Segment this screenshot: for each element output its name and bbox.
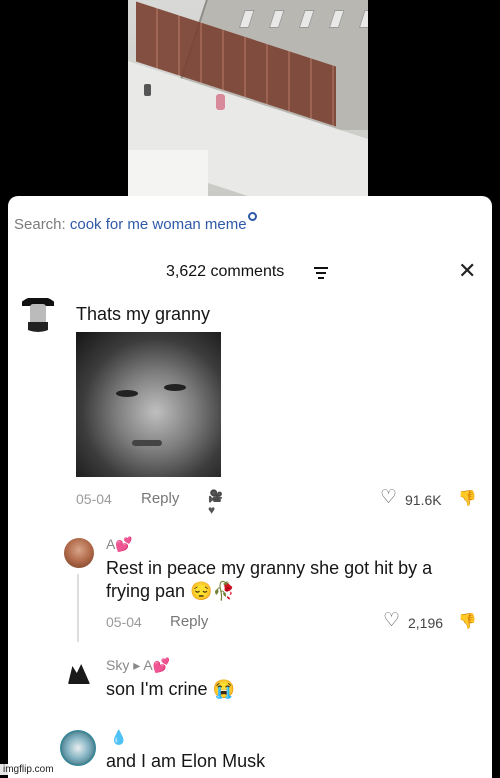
reply-arrow-icon: ▸ (133, 657, 141, 673)
comment-date: 05-04 (106, 614, 142, 630)
comment-author[interactable]: Sky ▸ A💕 (106, 657, 170, 674)
comments-panel: Search: cook for me woman meme 3,622 com… (8, 196, 492, 778)
comment-author-badge[interactable]: 💧 (110, 729, 127, 746)
reply-button[interactable]: Reply (170, 613, 208, 630)
comment-text: frying pan 😔🥀 (106, 581, 235, 601)
avatar[interactable] (64, 538, 94, 568)
comment-text: and I am Elon Musk (106, 751, 266, 771)
creator-like-badge: 🎥♥ (208, 489, 223, 517)
search-term[interactable]: cook for me woman meme (70, 216, 247, 233)
dislike-icon[interactable]: 👎 (458, 612, 477, 630)
avatar[interactable] (64, 658, 94, 688)
like-count: 91.6K (405, 492, 442, 508)
comment-image[interactable] (76, 332, 221, 477)
comment-text: son I'm crine 😭 (106, 679, 235, 699)
comment-text: Rest in peace my granny she got hit by a (106, 558, 433, 578)
search-label: Search: (14, 216, 66, 233)
comment-author[interactable]: A💕 (106, 536, 133, 553)
avatar[interactable] (60, 730, 96, 766)
comment-count: 3,622 comments (166, 263, 285, 280)
ledge (128, 150, 208, 196)
reply-button[interactable]: Reply (141, 490, 179, 507)
like-icon[interactable]: ♡ (383, 611, 400, 630)
search-suggestion[interactable]: Search: cook for me woman meme (14, 212, 257, 233)
video-preview[interactable] (128, 0, 368, 196)
comment-text: Thats my granny (76, 304, 211, 324)
like-count: 2,196 (408, 615, 444, 631)
filter-icon[interactable] (314, 267, 328, 282)
close-icon[interactable]: ✕ (458, 260, 476, 282)
person-figure (216, 94, 225, 110)
comment-date: 05-04 (76, 491, 112, 507)
watermark: imgflip.com (0, 764, 57, 775)
avatar[interactable] (16, 296, 60, 332)
thread-line (77, 574, 79, 642)
person-figure (144, 84, 151, 96)
like-icon[interactable]: ♡ (380, 488, 397, 507)
search-icon[interactable] (247, 212, 257, 221)
dislike-icon[interactable]: 👎 (458, 489, 477, 507)
